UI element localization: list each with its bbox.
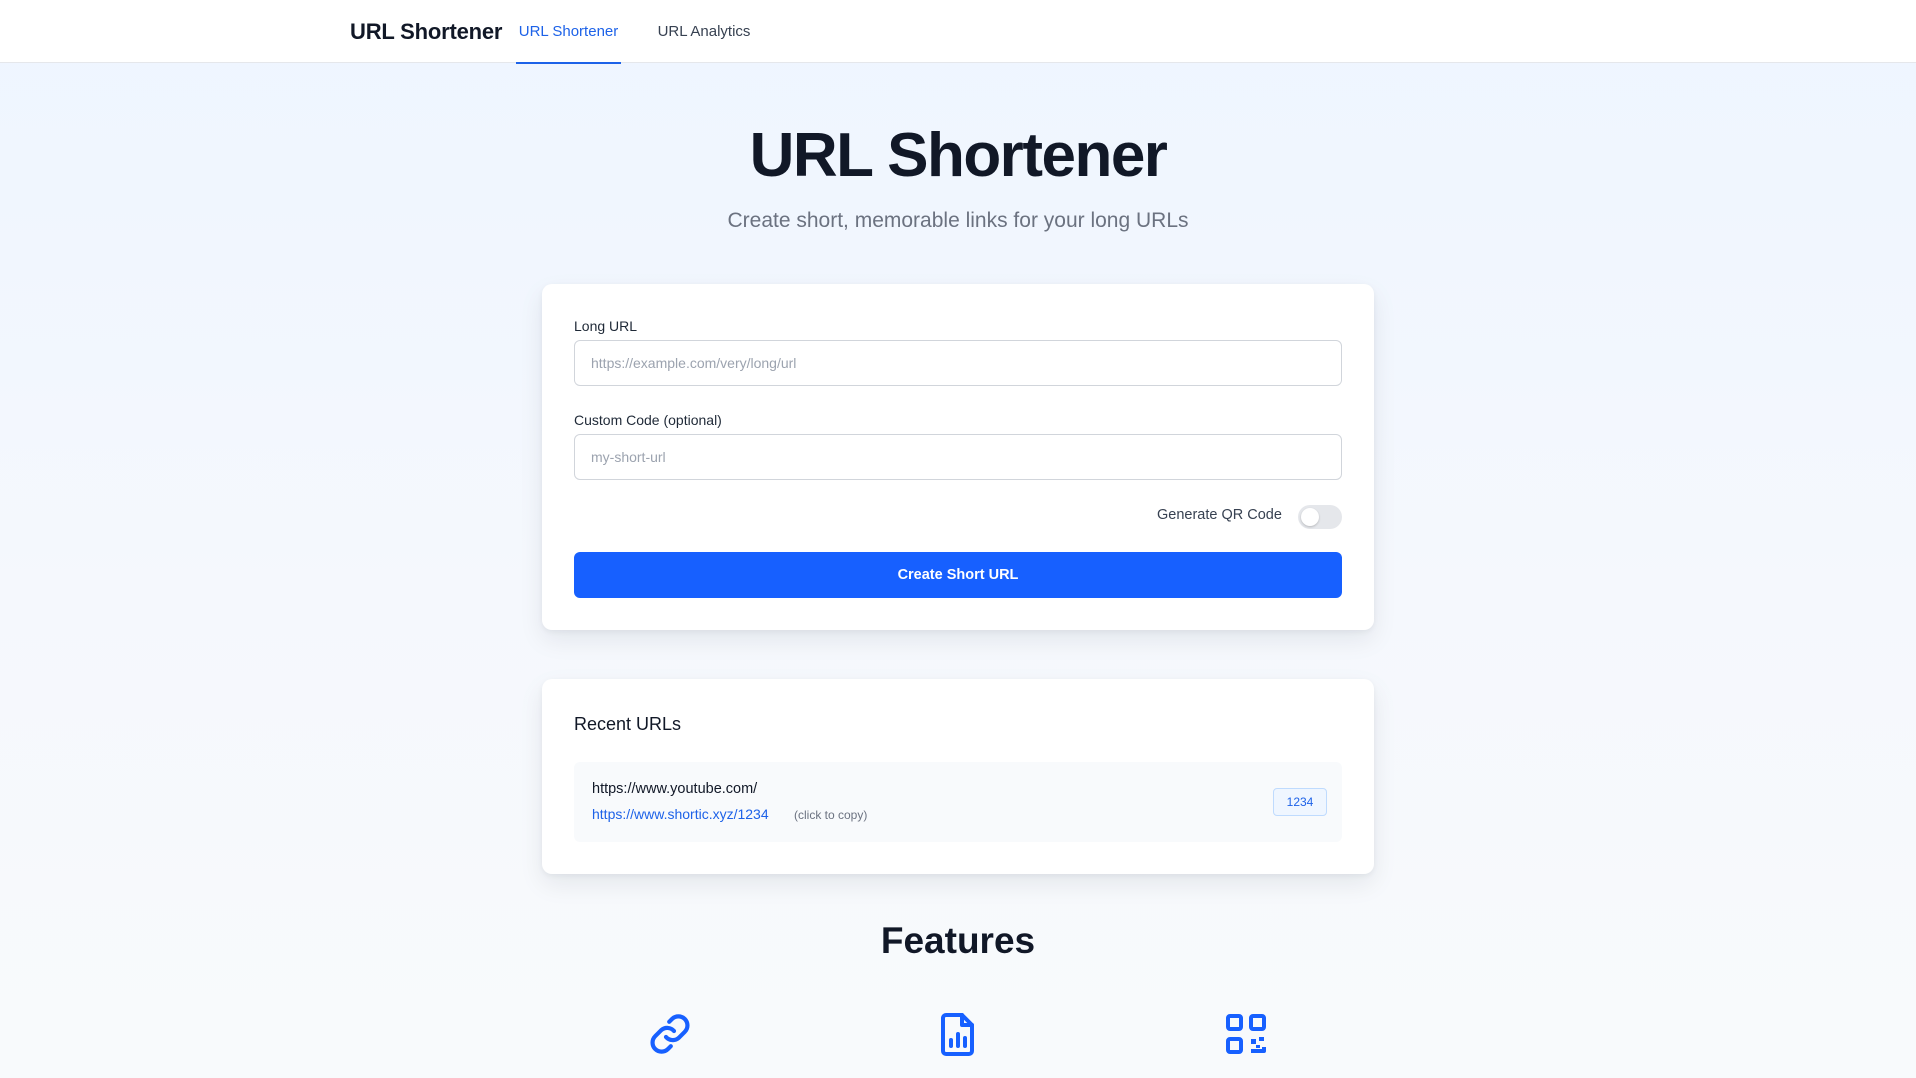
list-item: https://www.youtube.com/ https://www.sho…	[574, 762, 1342, 842]
qr-code-toggle-label: Generate QR Code	[1157, 507, 1282, 523]
tab-url-analytics[interactable]: URL Analytics	[648, 0, 760, 63]
long-url-text: https://www.youtube.com/	[592, 781, 758, 797]
custom-code-label: Custom Code (optional)	[574, 412, 722, 428]
shorten-form-card: Long URL Custom Code (optional) Generate…	[542, 284, 1374, 630]
brand-title[interactable]: URL Shortener	[350, 19, 502, 45]
copy-hint: (click to copy)	[794, 808, 868, 822]
report-chart-icon	[934, 1010, 982, 1058]
long-url-label: Long URL	[574, 318, 638, 334]
short-url-link[interactable]: https://www.shortic.xyz/1234	[592, 806, 769, 822]
toggle-knob	[1301, 508, 1319, 526]
top-nav: URL Shortener URL Shortener URL Analytic…	[0, 0, 1916, 64]
page-subtitle: Create short, memorable links for your l…	[727, 209, 1189, 232]
recent-urls-card: Recent URLs https://www.youtube.com/ htt…	[542, 679, 1374, 874]
features-title: Features	[880, 920, 1036, 961]
create-short-url-button[interactable]: Create Short URL	[574, 552, 1342, 598]
long-url-input[interactable]	[574, 340, 1342, 386]
custom-code-input[interactable]	[574, 434, 1342, 480]
qr-code-toggle[interactable]	[1298, 505, 1342, 529]
tab-url-shortener[interactable]: URL Shortener	[516, 0, 621, 64]
link-icon	[646, 1010, 694, 1058]
page-title: URL Shortener	[749, 121, 1168, 190]
recent-urls-title: Recent URLs	[574, 714, 682, 734]
code-badge[interactable]: 1234	[1273, 788, 1327, 816]
qr-code-icon	[1222, 1010, 1270, 1058]
